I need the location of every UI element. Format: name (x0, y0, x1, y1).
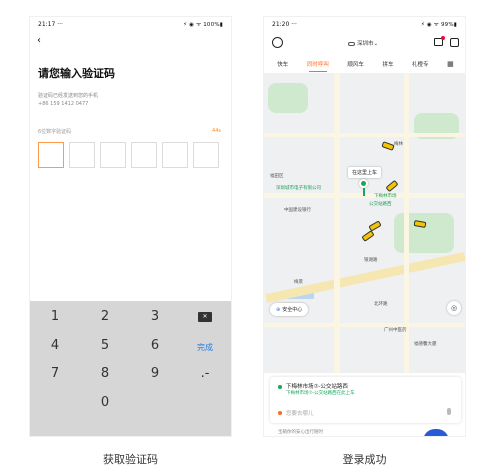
tab-hitch[interactable]: 顺风车 (347, 60, 364, 68)
status-time: 21:17 ··· (38, 20, 63, 28)
map-label: 银湖路 (364, 258, 378, 263)
map-view[interactable]: 梅林 深圳城市电子有限公司 下梅林市场 公交站路西 中国建设银行 银湖路 广州中… (264, 73, 465, 373)
promo-banner[interactable]: 宝箱你的安心出行随时 (270, 427, 461, 436)
grid-menu-icon[interactable]: ▦ (447, 60, 454, 68)
code-box[interactable] (69, 142, 95, 168)
map-label: 梅林 (394, 142, 403, 147)
weather-icon (348, 41, 355, 46)
car-icon (381, 141, 395, 151)
pickup-tooltip: 在这里上车 (348, 167, 382, 178)
road (264, 323, 465, 327)
back-arrow-icon[interactable]: ‹ (37, 35, 41, 46)
key-8[interactable]: 8 (80, 366, 130, 381)
key-4[interactable]: 4 (30, 338, 80, 353)
delete-key[interactable]: ✕ (180, 311, 230, 322)
city-selector[interactable]: 深圳市⌄ (348, 39, 378, 47)
map-label: 深圳城市电子有限公司 (276, 186, 321, 191)
map-label: 下梅林市场 (374, 194, 397, 199)
key-0[interactable]: 0 (80, 395, 130, 410)
safety-center-button[interactable]: ⊕ 安全中心 (270, 303, 309, 316)
safety-center-label: 安全中心 (282, 307, 303, 313)
status-icons: ⚡ ◉ ᯤ 100%▮ (183, 22, 223, 28)
city-label: 深圳市⌄ (357, 41, 379, 47)
map-label: 福田区 (270, 174, 284, 179)
caption-right: 登录成功 (342, 453, 387, 466)
numeric-keypad: 1 2 3 ✕ 4 5 6 完成 7 8 9 .- 0 (30, 301, 231, 436)
tab-express[interactable]: 快车 (277, 60, 288, 68)
map-label: 中国建设银行 (284, 208, 311, 213)
destination-field[interactable]: 您要去哪儿 (286, 409, 314, 417)
page-title: 请您输入验证码 (38, 67, 115, 80)
tab-carpool[interactable]: 拼车 (382, 60, 393, 68)
code-box[interactable] (131, 142, 157, 168)
origin-sub: 下梅林市场⑦-公交站路西在此上车 (286, 391, 355, 396)
code-box[interactable] (193, 142, 219, 168)
car-icon (385, 179, 399, 193)
pickup-pin-stem (363, 188, 365, 196)
status-icons: ⚡ ◉ ᯤ 99%▮ (420, 22, 457, 28)
park-area (394, 213, 454, 253)
destination-dot-icon (278, 411, 282, 415)
code-box[interactable] (38, 142, 64, 168)
phone-number: +86 159 1412 0477 (38, 101, 89, 107)
key-2[interactable]: 2 (80, 309, 130, 324)
service-tabs: 快车 同时呼叫 顺风车 拼车 礼橙专 ▦ (264, 57, 465, 72)
promo-text: 宝箱你的安心出行随时 (278, 430, 323, 435)
status-bar: 21:17 ··· ⚡ ◉ ᯤ 100%▮ (30, 17, 231, 31)
home-screen: 21:20 ··· ⚡ ◉ ᯤ 99%▮ 深圳市⌄ 快车 同时呼叫 顺风车 拼车… (263, 16, 466, 437)
resend-countdown[interactable]: 44s (212, 128, 221, 134)
road (334, 73, 340, 373)
top-bar: 深圳市⌄ (264, 35, 465, 53)
verification-screen: 21:17 ··· ⚡ ◉ ᯤ 100%▮ ‹ 请您输入验证码 验证码已经发送到… (29, 16, 232, 437)
dot-key[interactable]: .- (180, 366, 230, 381)
microphone-icon[interactable] (447, 408, 451, 415)
key-1[interactable]: 1 (30, 309, 80, 324)
caption-left: 获取验证码 (103, 453, 158, 466)
promo-image (423, 429, 449, 436)
key-3[interactable]: 3 (130, 309, 180, 324)
code-input-group[interactable] (38, 142, 219, 168)
message-icon[interactable] (434, 36, 445, 46)
sent-hint: 验证码已经发送到您的手机 (38, 93, 99, 99)
key-6[interactable]: 6 (130, 338, 180, 353)
code-box[interactable] (162, 142, 188, 168)
road (264, 133, 465, 137)
tab-simultaneous-call[interactable]: 同时呼叫 (307, 60, 329, 72)
map-label: 公交站路西 (369, 202, 392, 207)
locate-button[interactable]: ◎ (447, 301, 461, 315)
backspace-icon: ✕ (198, 312, 212, 322)
status-bar: 21:20 ··· ⚡ ◉ ᯤ 99%▮ (264, 17, 465, 31)
key-9[interactable]: 9 (130, 366, 180, 381)
pickup-pin-icon[interactable] (359, 179, 368, 188)
code-box[interactable] (100, 142, 126, 168)
map-label: 福德馨大厦 (414, 342, 437, 347)
shield-icon: ⊕ (276, 307, 281, 313)
key-5[interactable]: 5 (80, 338, 130, 353)
tab-premium[interactable]: 礼橙专 (412, 60, 429, 68)
car-icon (361, 230, 375, 242)
origin-field[interactable]: 下梅林市场⑦-公交站路西 (286, 382, 348, 390)
code-prompt: 6位数字验证码 (38, 129, 72, 135)
origin-dot-icon (278, 385, 282, 389)
map-label: 梅景 (294, 280, 303, 285)
scan-icon[interactable] (450, 38, 459, 47)
park-area (268, 83, 308, 113)
key-7[interactable]: 7 (30, 366, 80, 381)
map-label: 北环路 (374, 302, 388, 307)
done-key[interactable]: 完成 (180, 342, 230, 353)
road (264, 193, 465, 198)
trip-card: 下梅林市场⑦-公交站路西 下梅林市场⑦-公交站路西在此上车 您要去哪儿 (270, 377, 461, 423)
avatar-icon[interactable] (272, 37, 283, 48)
status-time: 21:20 ··· (272, 20, 297, 28)
locate-icon: ◎ (450, 304, 458, 312)
notification-dot (441, 36, 445, 40)
map-label: 广州中医药 (384, 328, 407, 333)
